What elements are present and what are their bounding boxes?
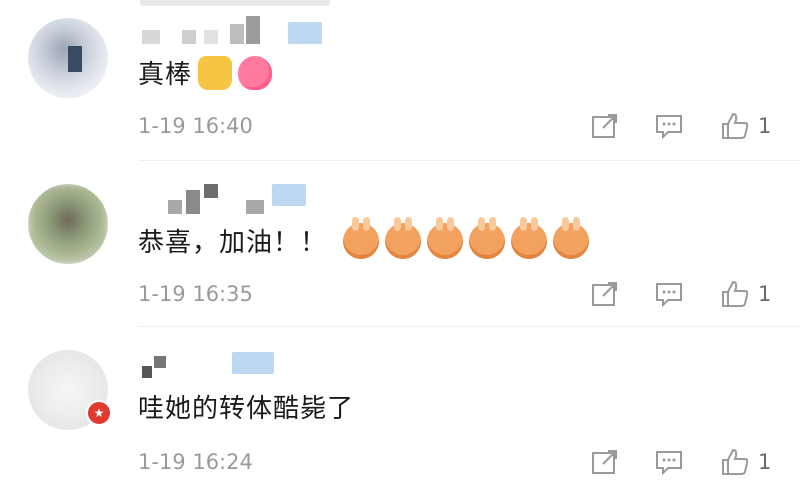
- comment-icon: [656, 451, 682, 476]
- thumbs-up-icon: [198, 55, 233, 90]
- reply-button[interactable]: [654, 276, 684, 312]
- reply-button[interactable]: [654, 444, 684, 480]
- share-button[interactable]: [590, 444, 620, 480]
- comment-meta: 1-19 16:35 1: [138, 276, 798, 312]
- heart-icon: [238, 55, 273, 90]
- comment-meta: 1-19 16:40 1: [138, 108, 798, 144]
- verified-badge-icon: [232, 352, 274, 374]
- share-icon: [592, 450, 617, 474]
- divider: [138, 160, 800, 161]
- bunny-emoji-icon: [469, 216, 506, 259]
- like-count: 1: [758, 282, 772, 306]
- divider: [138, 326, 800, 327]
- like-count: 1: [758, 450, 772, 474]
- comment-text: 恭喜，加油！！: [138, 216, 590, 259]
- thumb-up-icon: [722, 112, 749, 139]
- verified-badge-icon: [288, 22, 322, 44]
- thumb-up-icon: [722, 280, 749, 307]
- comment-time: 1-19 16:24: [138, 450, 253, 474]
- bunny-emoji-icon: [553, 216, 590, 259]
- comment-icon: [656, 115, 682, 140]
- comment-text: 哇她的转体酷毙了: [138, 394, 355, 424]
- comment-time: 1-19 16:35: [138, 282, 253, 306]
- member-badge-icon: ★: [86, 400, 112, 426]
- verified-badge-icon: [272, 184, 306, 206]
- like-button[interactable]: 1: [720, 276, 771, 312]
- share-button[interactable]: [590, 276, 620, 312]
- like-button[interactable]: 1: [720, 444, 771, 480]
- reply-button[interactable]: [654, 108, 684, 144]
- bunny-emoji-icon: [385, 216, 422, 259]
- like-count: 1: [758, 114, 772, 138]
- comment-meta: 1-19 16:24 1: [138, 444, 798, 480]
- bunny-emoji-icon: [343, 216, 380, 259]
- comment-icon: [656, 283, 682, 308]
- avatar[interactable]: [28, 184, 108, 264]
- comment-text: 真棒: [138, 54, 273, 91]
- share-icon: [592, 114, 617, 138]
- share-button[interactable]: [590, 108, 620, 144]
- share-icon: [592, 282, 617, 306]
- thumb-up-icon: [722, 448, 749, 475]
- comment-time: 1-19 16:40: [138, 114, 253, 138]
- like-button[interactable]: 1: [720, 108, 771, 144]
- bunny-emoji-icon: [511, 216, 548, 259]
- avatar[interactable]: [28, 18, 108, 98]
- bunny-emoji-icon: [427, 216, 464, 259]
- previous-comment-edge: [140, 0, 330, 6]
